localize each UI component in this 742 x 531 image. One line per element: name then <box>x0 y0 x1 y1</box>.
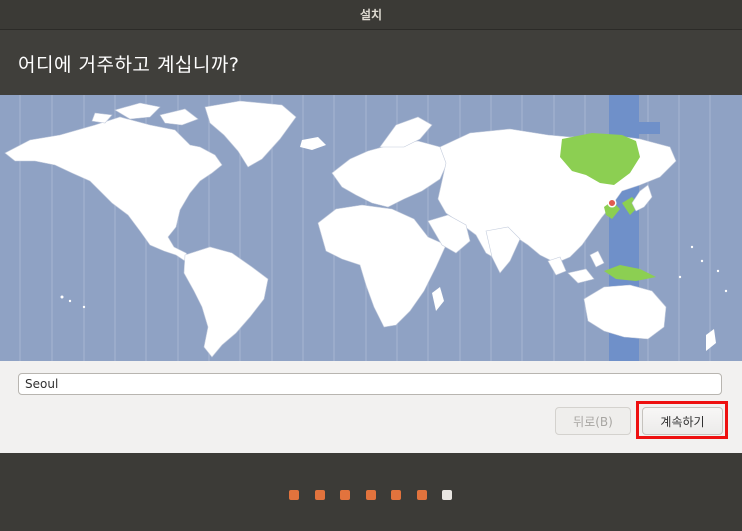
landmass-africa <box>317 204 447 328</box>
progress-dot <box>365 490 376 500</box>
landmass-north-america <box>4 116 223 268</box>
progress-dot <box>340 490 350 500</box>
page-title: 어디에 거주하고 계십니까? <box>18 54 240 76</box>
footer <box>0 453 742 531</box>
progress-dot <box>391 490 401 500</box>
landmass-iceland <box>300 137 326 150</box>
progress-dot <box>442 490 452 500</box>
page-header: 어디에 거주하고 계십니까? <box>0 30 742 95</box>
landmass-madagascar <box>432 287 444 311</box>
progress-dot <box>416 490 427 500</box>
timezone-input[interactable] <box>18 373 722 395</box>
progress-dot <box>314 490 325 500</box>
continue-button[interactable]: 계속하기 <box>642 407 723 435</box>
progress-dot <box>289 490 299 500</box>
landmass-south-america <box>183 246 269 358</box>
progress-dots <box>289 490 452 500</box>
window-title: 설치 <box>359 8 383 22</box>
content-panel: 뒤로(B) 계속하기 <box>0 361 742 453</box>
window-titlebar: 설치 <box>0 0 742 30</box>
back-button-label: 뒤로(B) <box>573 414 613 429</box>
landmass-new-zealand <box>706 329 716 351</box>
world-map-graphic <box>4 95 728 361</box>
landmass-europe <box>331 140 449 208</box>
timezone-map[interactable] <box>0 95 742 361</box>
back-button[interactable]: 뒤로(B) <box>555 407 631 435</box>
location-pin-icon[interactable] <box>607 198 617 208</box>
landmass-australia <box>583 284 667 340</box>
landmass-greenland <box>204 100 297 168</box>
continue-button-label: 계속하기 <box>660 414 705 429</box>
